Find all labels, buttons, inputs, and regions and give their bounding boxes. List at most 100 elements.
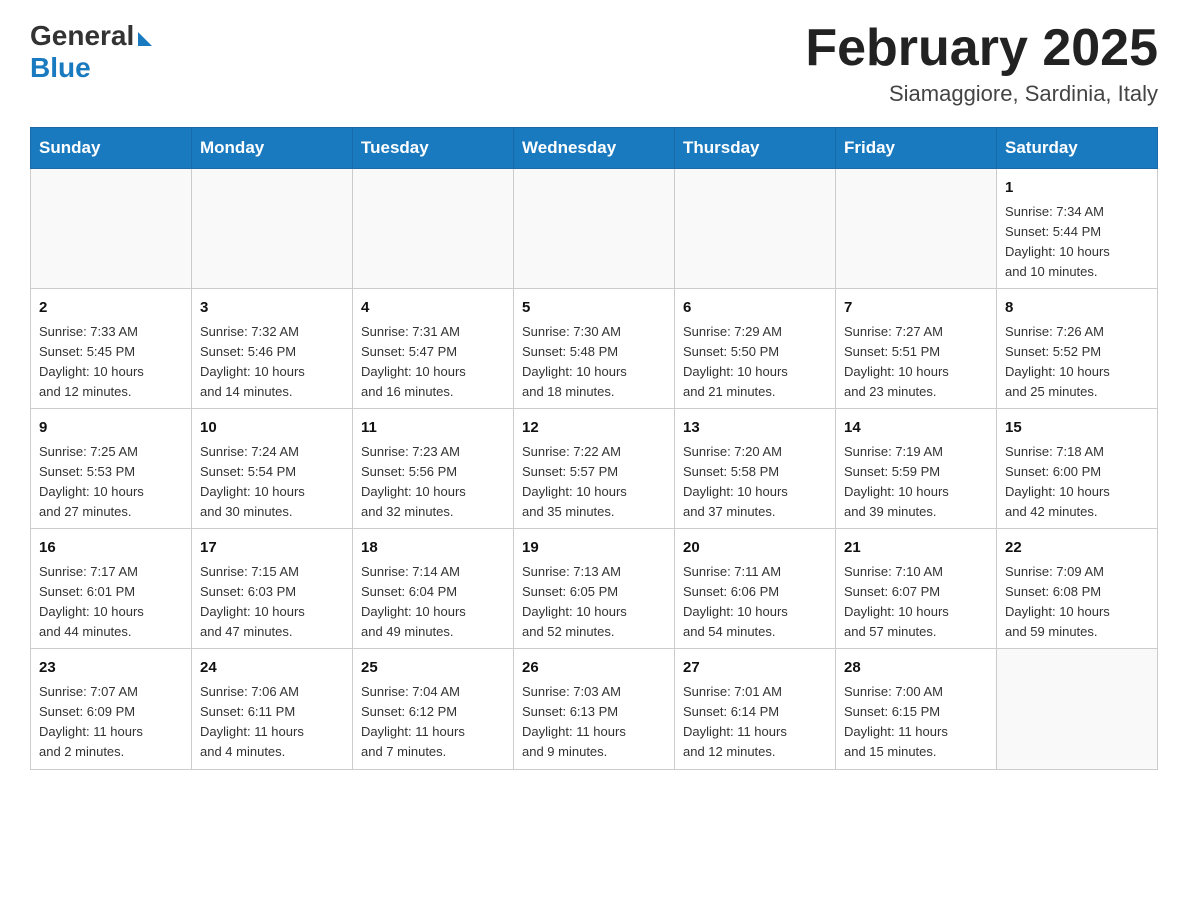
day-info: Sunrise: 7:09 AM Sunset: 6:08 PM Dayligh…: [1005, 564, 1110, 639]
calendar-cell: 27 Sunrise: 7:01 AM Sunset: 6:14 PM Dayli…: [675, 649, 836, 769]
day-info: Sunrise: 7:06 AM Sunset: 6:11 PM Dayligh…: [200, 684, 304, 759]
day-number: 4: [361, 297, 505, 320]
day-info: Sunrise: 7:13 AM Sunset: 6:05 PM Dayligh…: [522, 564, 627, 639]
column-header-thursday: Thursday: [675, 128, 836, 169]
day-number: 8: [1005, 297, 1149, 320]
calendar-cell: 6 Sunrise: 7:29 AM Sunset: 5:50 PM Daylig…: [675, 289, 836, 409]
calendar-cell: 19 Sunrise: 7:13 AM Sunset: 6:05 PM Dayli…: [514, 529, 675, 649]
day-number: 20: [683, 537, 827, 560]
day-info: Sunrise: 7:22 AM Sunset: 5:57 PM Dayligh…: [522, 444, 627, 519]
day-number: 25: [361, 657, 505, 680]
calendar-cell: 17 Sunrise: 7:15 AM Sunset: 6:03 PM Dayli…: [192, 529, 353, 649]
calendar-cell: 22 Sunrise: 7:09 AM Sunset: 6:08 PM Dayli…: [997, 529, 1158, 649]
day-number: 22: [1005, 537, 1149, 560]
day-info: Sunrise: 7:07 AM Sunset: 6:09 PM Dayligh…: [39, 684, 143, 759]
column-header-monday: Monday: [192, 128, 353, 169]
calendar-cell: 20 Sunrise: 7:11 AM Sunset: 6:06 PM Dayli…: [675, 529, 836, 649]
month-title: February 2025: [805, 20, 1158, 77]
day-info: Sunrise: 7:01 AM Sunset: 6:14 PM Dayligh…: [683, 684, 787, 759]
day-info: Sunrise: 7:11 AM Sunset: 6:06 PM Dayligh…: [683, 564, 788, 639]
day-info: Sunrise: 7:26 AM Sunset: 5:52 PM Dayligh…: [1005, 324, 1110, 399]
day-number: 9: [39, 417, 183, 440]
day-number: 19: [522, 537, 666, 560]
day-info: Sunrise: 7:17 AM Sunset: 6:01 PM Dayligh…: [39, 564, 144, 639]
day-number: 26: [522, 657, 666, 680]
calendar-cell: 2 Sunrise: 7:33 AM Sunset: 5:45 PM Daylig…: [31, 289, 192, 409]
calendar-cell: 18Sunrise: 7:14 AM Sunset: 6:04 PM Dayli…: [353, 529, 514, 649]
calendar-cell: 8 Sunrise: 7:26 AM Sunset: 5:52 PM Daylig…: [997, 289, 1158, 409]
calendar-cell: 15 Sunrise: 7:18 AM Sunset: 6:00 PM Dayli…: [997, 409, 1158, 529]
day-info: Sunrise: 7:19 AM Sunset: 5:59 PM Dayligh…: [844, 444, 949, 519]
title-section: February 2025 Siamaggiore, Sardinia, Ita…: [805, 20, 1158, 107]
calendar-week-row: 23 Sunrise: 7:07 AM Sunset: 6:09 PM Dayli…: [31, 649, 1158, 769]
day-info: Sunrise: 7:29 AM Sunset: 5:50 PM Dayligh…: [683, 324, 788, 399]
calendar-header-row: SundayMondayTuesdayWednesdayThursdayFrid…: [31, 128, 1158, 169]
calendar-cell: [836, 169, 997, 289]
calendar-week-row: 2 Sunrise: 7:33 AM Sunset: 5:45 PM Daylig…: [31, 289, 1158, 409]
day-number: 10: [200, 417, 344, 440]
calendar-cell: 25 Sunrise: 7:04 AM Sunset: 6:12 PM Dayli…: [353, 649, 514, 769]
day-info: Sunrise: 7:03 AM Sunset: 6:13 PM Dayligh…: [522, 684, 626, 759]
day-number: 6: [683, 297, 827, 320]
logo-blue-text: Blue: [30, 52, 91, 84]
calendar-cell: [192, 169, 353, 289]
calendar-cell: 26 Sunrise: 7:03 AM Sunset: 6:13 PM Dayli…: [514, 649, 675, 769]
calendar-week-row: 1Sunrise: 7:34 AM Sunset: 5:44 PM Daylig…: [31, 169, 1158, 289]
day-number: 3: [200, 297, 344, 320]
day-info: Sunrise: 7:10 AM Sunset: 6:07 PM Dayligh…: [844, 564, 949, 639]
day-number: 24: [200, 657, 344, 680]
day-info: Sunrise: 7:04 AM Sunset: 6:12 PM Dayligh…: [361, 684, 465, 759]
page-header: General Blue February 2025 Siamaggiore, …: [30, 20, 1158, 107]
column-header-wednesday: Wednesday: [514, 128, 675, 169]
day-info: Sunrise: 7:15 AM Sunset: 6:03 PM Dayligh…: [200, 564, 305, 639]
day-number: 11: [361, 417, 505, 440]
calendar-cell: 4 Sunrise: 7:31 AM Sunset: 5:47 PM Daylig…: [353, 289, 514, 409]
day-info: Sunrise: 7:32 AM Sunset: 5:46 PM Dayligh…: [200, 324, 305, 399]
logo: General Blue: [30, 20, 152, 84]
calendar-cell: 3 Sunrise: 7:32 AM Sunset: 5:46 PM Daylig…: [192, 289, 353, 409]
calendar-cell: 9Sunrise: 7:25 AM Sunset: 5:53 PM Daylig…: [31, 409, 192, 529]
location-subtitle: Siamaggiore, Sardinia, Italy: [805, 81, 1158, 107]
calendar-cell: [353, 169, 514, 289]
calendar-cell: 16Sunrise: 7:17 AM Sunset: 6:01 PM Dayli…: [31, 529, 192, 649]
calendar-table: SundayMondayTuesdayWednesdayThursdayFrid…: [30, 127, 1158, 769]
column-header-friday: Friday: [836, 128, 997, 169]
day-info: Sunrise: 7:31 AM Sunset: 5:47 PM Dayligh…: [361, 324, 466, 399]
calendar-cell: 21 Sunrise: 7:10 AM Sunset: 6:07 PM Dayli…: [836, 529, 997, 649]
day-number: 1: [1005, 177, 1149, 200]
calendar-cell: 24 Sunrise: 7:06 AM Sunset: 6:11 PM Dayli…: [192, 649, 353, 769]
day-info: Sunrise: 7:33 AM Sunset: 5:45 PM Dayligh…: [39, 324, 144, 399]
day-number: 13: [683, 417, 827, 440]
calendar-week-row: 9Sunrise: 7:25 AM Sunset: 5:53 PM Daylig…: [31, 409, 1158, 529]
day-info: Sunrise: 7:14 AM Sunset: 6:04 PM Dayligh…: [361, 564, 466, 639]
day-number: 7: [844, 297, 988, 320]
day-number: 5: [522, 297, 666, 320]
calendar-cell: 12 Sunrise: 7:22 AM Sunset: 5:57 PM Dayli…: [514, 409, 675, 529]
column-header-saturday: Saturday: [997, 128, 1158, 169]
calendar-cell: 1Sunrise: 7:34 AM Sunset: 5:44 PM Daylig…: [997, 169, 1158, 289]
day-info: Sunrise: 7:24 AM Sunset: 5:54 PM Dayligh…: [200, 444, 305, 519]
calendar-cell: 10 Sunrise: 7:24 AM Sunset: 5:54 PM Dayli…: [192, 409, 353, 529]
day-info: Sunrise: 7:18 AM Sunset: 6:00 PM Dayligh…: [1005, 444, 1110, 519]
day-info: Sunrise: 7:27 AM Sunset: 5:51 PM Dayligh…: [844, 324, 949, 399]
logo-general-text: General: [30, 20, 134, 52]
logo-arrow-icon: [138, 32, 152, 46]
day-number: 21: [844, 537, 988, 560]
day-info: Sunrise: 7:00 AM Sunset: 6:15 PM Dayligh…: [844, 684, 948, 759]
day-number: 12: [522, 417, 666, 440]
day-info: Sunrise: 7:20 AM Sunset: 5:58 PM Dayligh…: [683, 444, 788, 519]
calendar-cell: 28 Sunrise: 7:00 AM Sunset: 6:15 PM Dayli…: [836, 649, 997, 769]
calendar-cell: [675, 169, 836, 289]
day-info: Sunrise: 7:30 AM Sunset: 5:48 PM Dayligh…: [522, 324, 627, 399]
calendar-cell: [31, 169, 192, 289]
day-number: 28: [844, 657, 988, 680]
column-header-tuesday: Tuesday: [353, 128, 514, 169]
calendar-cell: 13 Sunrise: 7:20 AM Sunset: 5:58 PM Dayli…: [675, 409, 836, 529]
day-number: 17: [200, 537, 344, 560]
day-number: 15: [1005, 417, 1149, 440]
day-number: 2: [39, 297, 183, 320]
calendar-cell: 11Sunrise: 7:23 AM Sunset: 5:56 PM Dayli…: [353, 409, 514, 529]
calendar-cell: 23 Sunrise: 7:07 AM Sunset: 6:09 PM Dayli…: [31, 649, 192, 769]
day-number: 27: [683, 657, 827, 680]
day-number: 23: [39, 657, 183, 680]
